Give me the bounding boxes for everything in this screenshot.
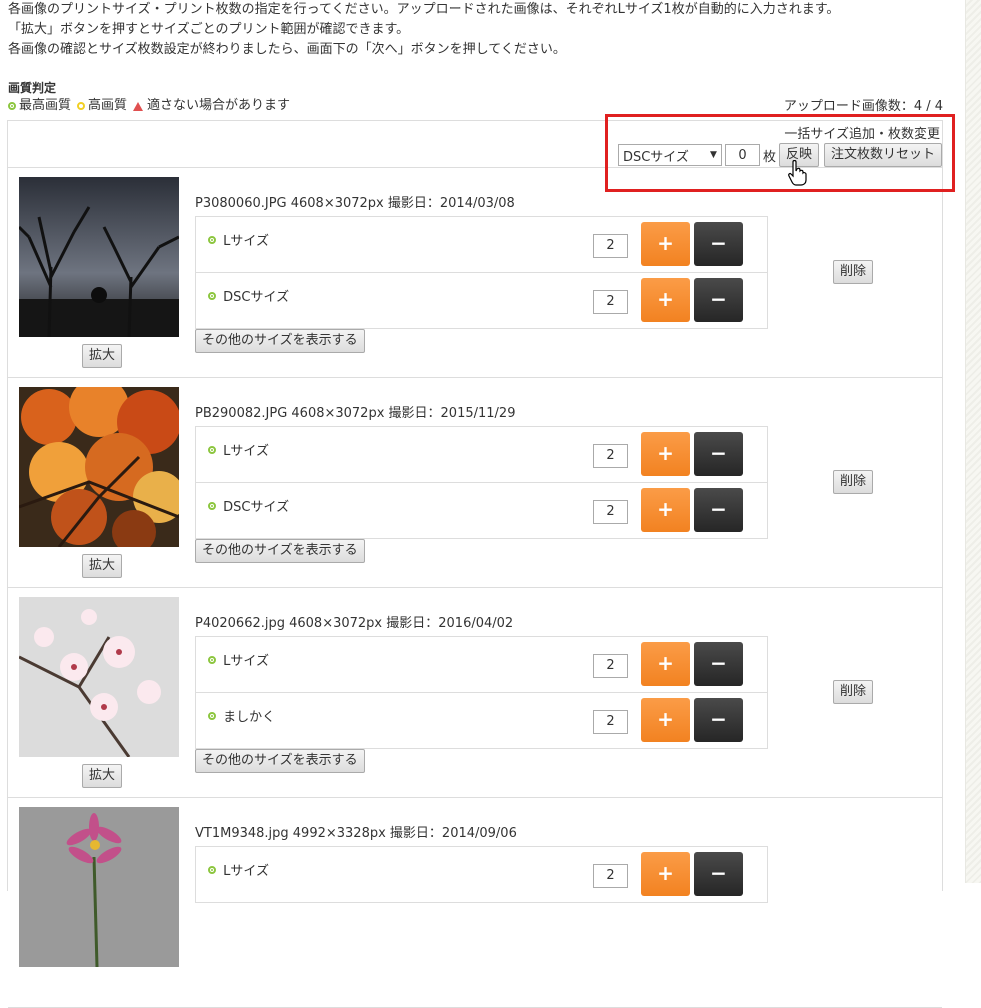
image-meta: PB290082.JPG 4608×3072px 撮影日：2015/11/29 <box>195 406 516 421</box>
image-list: 一括サイズ追加・枚数変更 DSCサイズ ▼ 0 枚 反映 注文枚数リセット 拡大… <box>7 120 943 1008</box>
plus-button[interactable]: + <box>641 432 690 476</box>
zoom-button[interactable]: 拡大 <box>82 344 123 368</box>
show-other-sizes-button[interactable]: その他のサイズを表示する <box>195 749 365 773</box>
zoom-button[interactable]: 拡大 <box>82 554 123 578</box>
best-quality-icon <box>208 865 216 874</box>
highlight-frame <box>605 114 955 192</box>
size-row: ましかく 2 + − <box>196 693 767 748</box>
best-quality-icon <box>208 501 216 510</box>
plus-button[interactable]: + <box>641 642 690 686</box>
image-meta: P3080060.JPG 4608×3072px 撮影日：2014/03/08 <box>195 196 515 211</box>
image-row: VT1M9348.jpg 4992×3328px 撮影日：2014/09/06 … <box>8 798 942 1008</box>
high-quality-label: 高画質 <box>88 98 128 113</box>
minus-button[interactable]: − <box>694 432 743 476</box>
size-row: DSCサイズ 2 + − <box>196 273 767 328</box>
size-list: Lサイズ 2 + − DSCサイズ 2 + − <box>195 216 768 329</box>
instructions: 各画像のプリントサイズ・プリント枚数の指定を行ってください。アップロードされた画… <box>8 0 958 60</box>
image-row: 拡大 P4020662.jpg 4608×3072px 撮影日：2016/04/… <box>8 588 942 798</box>
best-quality-icon <box>208 291 216 300</box>
delete-button[interactable]: 削除 <box>833 260 874 284</box>
best-quality-icon <box>208 445 216 454</box>
best-quality-icon <box>208 235 216 244</box>
warning-icon <box>133 101 144 111</box>
zoom-button[interactable]: 拡大 <box>82 764 123 788</box>
plus-button[interactable]: + <box>641 488 690 532</box>
plus-button[interactable]: + <box>641 852 690 896</box>
instruction-line: 「拡大」ボタンを押すとサイズごとのプリント範囲が確認できます。 <box>8 22 410 37</box>
size-row: Lサイズ 2 + − <box>196 637 767 693</box>
size-list: Lサイズ 2 + − <box>195 846 768 903</box>
instruction-line: 各画像のプリントサイズ・プリント枚数の指定を行ってください。アップロードされた画… <box>8 2 840 17</box>
image-meta: VT1M9348.jpg 4992×3328px 撮影日：2014/09/06 <box>195 826 517 841</box>
minus-button[interactable]: − <box>694 642 743 686</box>
plus-button[interactable]: + <box>641 698 690 742</box>
show-other-sizes-button[interactable]: その他のサイズを表示する <box>195 329 365 353</box>
best-quality-icon <box>208 711 216 720</box>
quality-legend: 画質判定 最高画質 高画質 適さない場合があります アップロード画像数：4 / … <box>8 80 943 115</box>
photo-thumbnail[interactable] <box>19 177 179 337</box>
size-name: ましかく <box>223 710 276 725</box>
image-row: 拡大 P3080060.JPG 4608×3072px 撮影日：2014/03/… <box>8 168 942 378</box>
quantity-input[interactable]: 2 <box>593 654 628 678</box>
size-row: Lサイズ 2 + − <box>196 427 767 483</box>
plus-button[interactable]: + <box>641 278 690 322</box>
size-name: Lサイズ <box>223 234 269 249</box>
size-name: Lサイズ <box>223 864 269 879</box>
size-name: Lサイズ <box>223 444 269 459</box>
best-quality-icon <box>8 102 16 110</box>
page-edge <box>965 0 981 883</box>
warning-label: 適さない場合があります <box>147 98 291 113</box>
show-other-sizes-button[interactable]: その他のサイズを表示する <box>195 539 365 563</box>
quantity-input[interactable]: 2 <box>593 290 628 314</box>
best-quality-icon <box>208 655 216 664</box>
size-name: Lサイズ <box>223 654 269 669</box>
photo-thumbnail[interactable] <box>19 387 179 547</box>
size-name: DSCサイズ <box>223 290 290 305</box>
size-row: DSCサイズ 2 + − <box>196 483 767 538</box>
delete-button[interactable]: 削除 <box>833 680 874 704</box>
size-list: Lサイズ 2 + − DSCサイズ 2 + − <box>195 426 768 539</box>
high-quality-icon <box>77 102 86 110</box>
quantity-input[interactable]: 2 <box>593 444 628 468</box>
size-row: Lサイズ 2 + − <box>196 217 767 273</box>
plus-button[interactable]: + <box>641 222 690 266</box>
hand-cursor-icon <box>788 160 807 186</box>
quality-title: 画質判定 <box>8 81 57 95</box>
image-meta: P4020662.jpg 4608×3072px 撮影日：2016/04/02 <box>195 616 514 631</box>
photo-thumbnail[interactable] <box>19 597 179 757</box>
delete-button[interactable]: 削除 <box>833 470 874 494</box>
upload-count: アップロード画像数：4 / 4 <box>783 99 943 114</box>
minus-button[interactable]: − <box>694 488 743 532</box>
photo-thumbnail[interactable] <box>19 807 179 967</box>
minus-button[interactable]: − <box>694 278 743 322</box>
minus-button[interactable]: − <box>694 698 743 742</box>
size-list: Lサイズ 2 + − ましかく 2 + − <box>195 636 768 749</box>
quantity-input[interactable]: 2 <box>593 864 628 888</box>
image-row: 拡大 PB290082.JPG 4608×3072px 撮影日：2015/11/… <box>8 378 942 588</box>
quantity-input[interactable]: 2 <box>593 500 628 524</box>
minus-button[interactable]: − <box>694 852 743 896</box>
size-row: Lサイズ 2 + − <box>196 847 767 902</box>
instruction-line: 各画像の確認とサイズ枚数設定が終わりましたら、画面下の「次へ」ボタンを押してくだ… <box>8 42 566 57</box>
size-name: DSCサイズ <box>223 500 290 515</box>
best-quality-label: 最高画質 <box>19 98 72 113</box>
minus-button[interactable]: − <box>694 222 743 266</box>
quantity-input[interactable]: 2 <box>593 710 628 734</box>
quantity-input[interactable]: 2 <box>593 234 628 258</box>
